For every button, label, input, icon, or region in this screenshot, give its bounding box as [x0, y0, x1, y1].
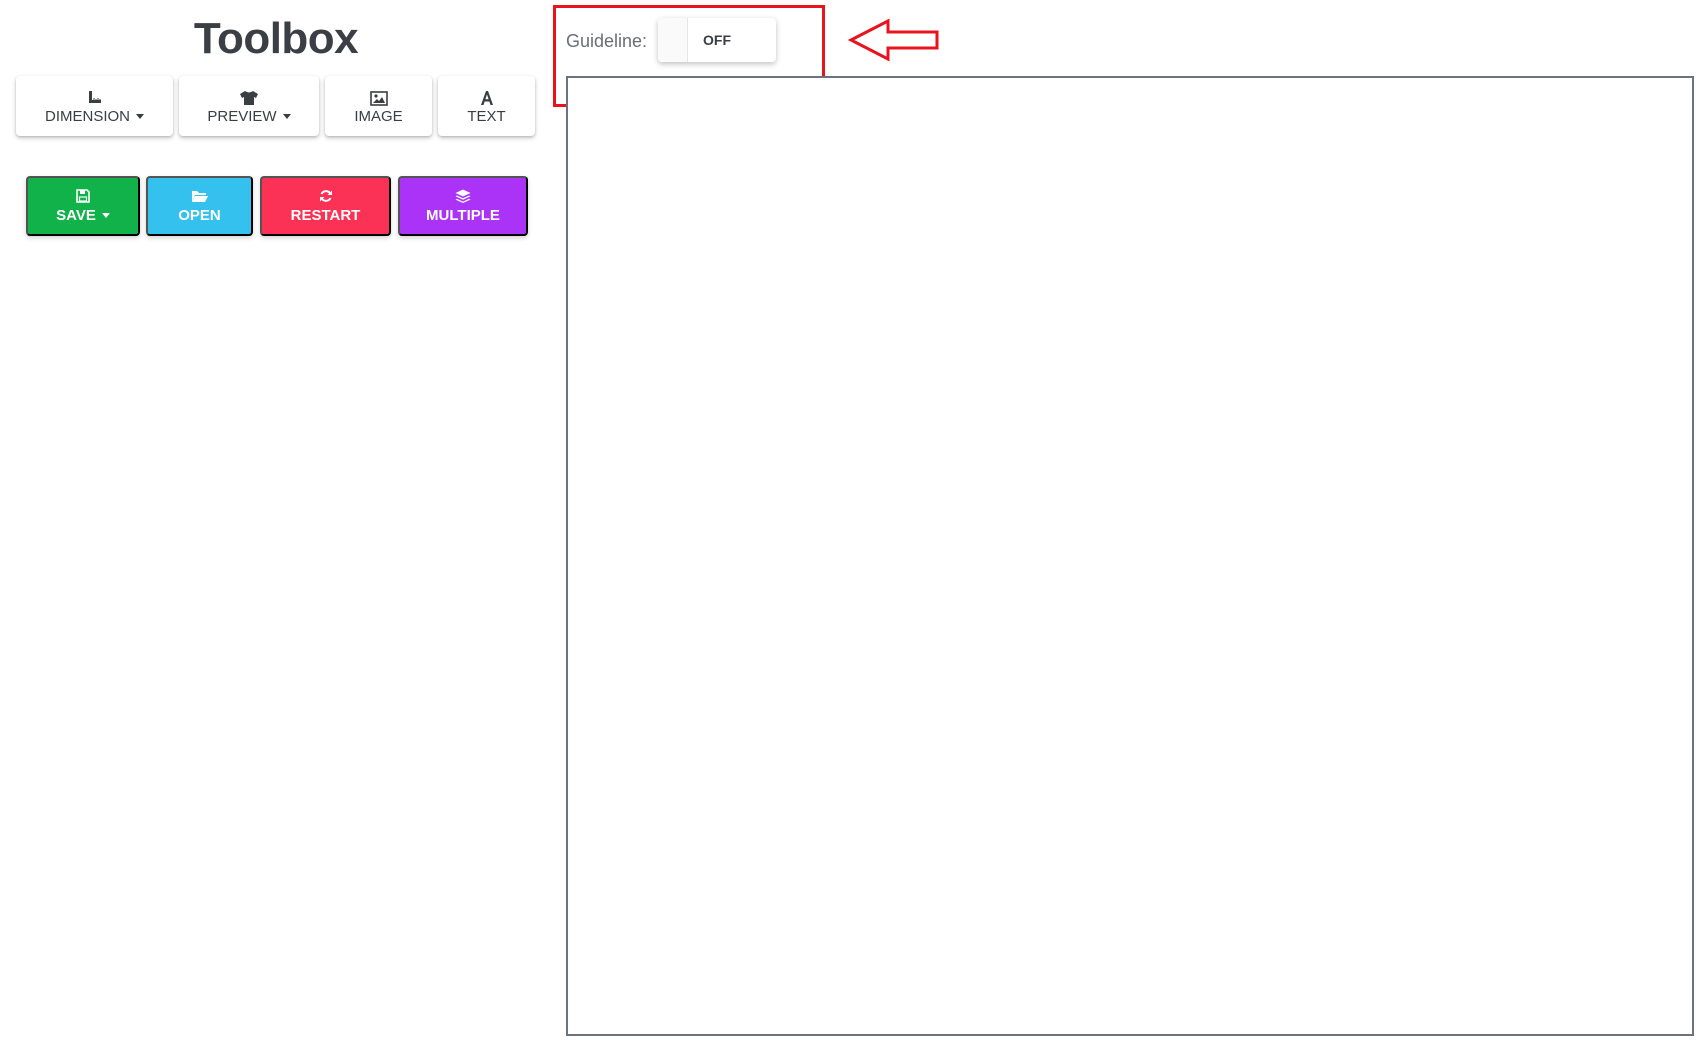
editor-page: Toolbox DIMENSION PREVIEW IMAGE TEXT SAV…: [0, 0, 1707, 1051]
text-icon: [479, 88, 495, 106]
text-button[interactable]: TEXT: [438, 76, 535, 136]
open-button[interactable]: OPEN: [146, 176, 253, 236]
restart-label: RESTART: [290, 207, 361, 224]
dimension-label: DIMENSION: [44, 107, 130, 125]
chevron-down-icon: [282, 113, 291, 119]
preview-button[interactable]: PREVIEW: [179, 76, 319, 136]
text-label: TEXT: [467, 107, 506, 125]
save-label: SAVE: [56, 207, 96, 224]
ruler-icon: [87, 88, 103, 106]
layers-icon: [455, 188, 471, 204]
image-button[interactable]: IMAGE: [325, 76, 432, 136]
image-icon: [369, 88, 388, 106]
toolbox-title: Toolbox: [193, 14, 359, 63]
tshirt-icon: [239, 88, 259, 106]
chevron-down-icon: [136, 113, 144, 119]
multiple-label: MULTIPLE: [426, 207, 500, 224]
chevron-down-icon: [101, 213, 110, 218]
dimension-button[interactable]: DIMENSION: [16, 76, 173, 136]
image-label: IMAGE: [354, 107, 403, 125]
restart-button[interactable]: RESTART: [260, 176, 391, 236]
annotation-arrow-icon: [848, 18, 939, 62]
refresh-icon: [319, 188, 333, 204]
preview-label: PREVIEW: [207, 107, 277, 125]
save-button[interactable]: SAVE: [26, 176, 140, 236]
open-label: OPEN: [178, 207, 221, 224]
multiple-button[interactable]: MULTIPLE: [398, 176, 528, 236]
design-canvas[interactable]: [566, 76, 1694, 1036]
floppy-disk-icon: [76, 188, 90, 204]
folder-open-icon: [191, 188, 209, 204]
